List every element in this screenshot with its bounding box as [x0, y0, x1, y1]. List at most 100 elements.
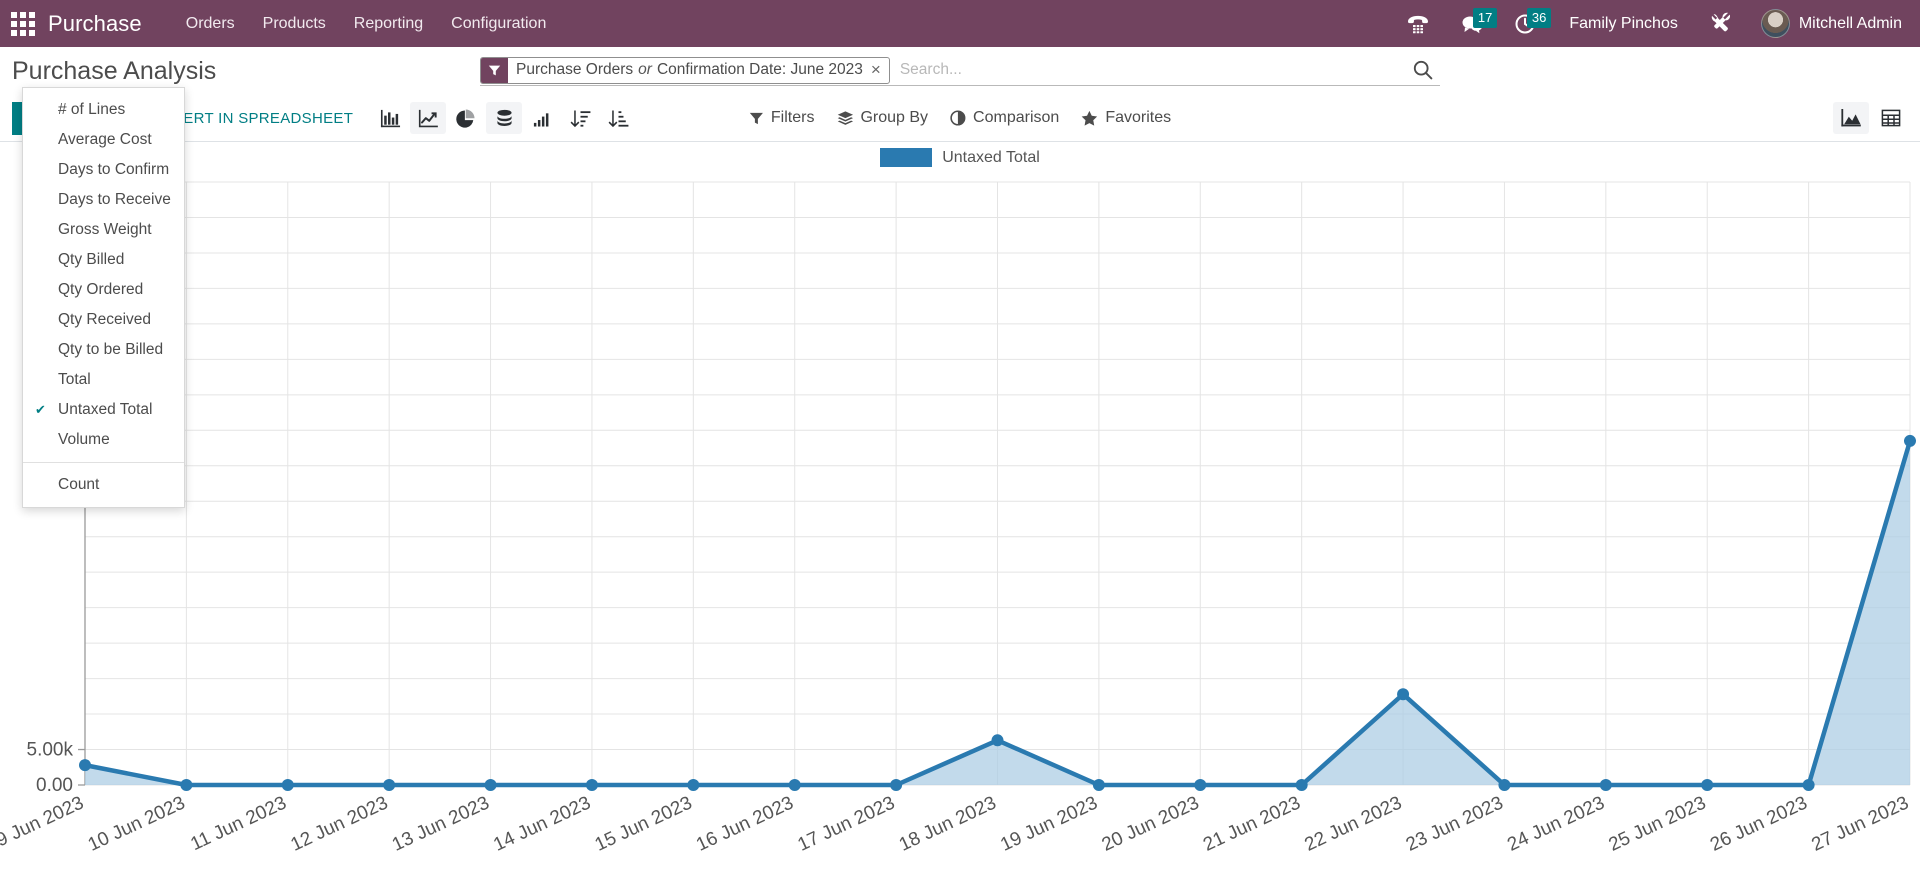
svg-text:23 Jun 2023: 23 Jun 2023 [1403, 792, 1507, 855]
svg-text:11 Jun 2023: 11 Jun 2023 [187, 792, 289, 855]
measure-label: Gross Weight [58, 221, 152, 238]
svg-text:5.00k: 5.00k [27, 740, 74, 761]
menu-divider [23, 462, 184, 463]
check-icon: ✔ [35, 402, 46, 417]
nav-item-products[interactable]: Products [249, 9, 340, 39]
svg-text:25 Jun 2023: 25 Jun 2023 [1606, 792, 1710, 855]
svg-text:09 Jun 2023: 09 Jun 2023 [0, 792, 87, 855]
svg-text:16 Jun 2023: 16 Jun 2023 [693, 792, 797, 855]
favorites-dropdown[interactable]: Favorites [1081, 109, 1171, 127]
nav-item-reporting[interactable]: Reporting [340, 9, 437, 39]
pivot-view-icon[interactable] [1873, 102, 1909, 134]
measure-label: Qty Billed [58, 251, 125, 268]
pie-chart-icon[interactable] [448, 102, 484, 134]
control-panel: Purchase Analysis Purchase Orders or Con… [0, 47, 1920, 508]
star-icon [1082, 110, 1098, 126]
measure-label: Qty Received [58, 311, 152, 328]
svg-text:13 Jun 2023: 13 Jun 2023 [389, 792, 493, 855]
graph-view-icon[interactable] [1833, 102, 1869, 134]
bar-chart-icon[interactable] [372, 102, 408, 134]
measure-item-qty-received[interactable]: Qty Received [23, 305, 184, 335]
measures-dropdown-menu: # of Lines Average Cost Days to Confirm … [22, 87, 185, 508]
activities-count-badge: 36 [1526, 8, 1552, 28]
svg-text:12 Jun 2023: 12 Jun 2023 [288, 792, 392, 855]
group-by-label: Group By [860, 109, 929, 126]
avatar [1760, 9, 1790, 38]
measure-label: Qty Ordered [58, 281, 144, 298]
measure-item-total[interactable]: Total [23, 365, 184, 395]
control-panel-bottom: MEASURES INSERT IN SPREADSHEET [0, 95, 1920, 141]
search-icon[interactable] [1402, 59, 1440, 81]
filter-funnel-icon [481, 57, 508, 83]
facet-text-or: or [638, 61, 652, 78]
group-by-dropdown[interactable]: Group By [836, 109, 928, 127]
measure-item-qty-billed[interactable]: Qty Billed [23, 245, 184, 275]
measure-label: Untaxed Total [58, 401, 153, 418]
graph-view: Untaxed Total 0.00 5.00k 09 Jun 2023 10 Jun… [0, 142, 1920, 883]
svg-text:14 Jun 2023: 14 Jun 2023 [490, 792, 594, 855]
search-facet[interactable]: Purchase Orders or Confirmation Date: Ju… [480, 56, 890, 84]
view-switcher [1832, 102, 1910, 134]
filters-label: Filters [770, 109, 815, 126]
svg-text:21 Jun 2023: 21 Jun 2023 [1200, 792, 1304, 855]
ascending-bars-icon[interactable] [524, 102, 560, 134]
dialpad-phone-icon[interactable] [1391, 0, 1445, 47]
measure-item-gross-weight[interactable]: Gross Weight [23, 215, 184, 245]
measure-label: Qty to be Billed [58, 341, 164, 358]
search-input[interactable] [889, 56, 1402, 84]
comparison-label: Comparison [973, 109, 1060, 126]
half-circle-icon [950, 110, 966, 126]
svg-text:20 Jun 2023: 20 Jun 2023 [1099, 792, 1203, 855]
nav-item-orders[interactable]: Orders [172, 9, 249, 39]
measure-item-qty-ordered[interactable]: Qty Ordered [23, 275, 184, 305]
nav-item-configuration[interactable]: Configuration [437, 9, 560, 39]
svg-text:27 Jun 2023: 27 Jun 2023 [1808, 792, 1912, 855]
measure-item-count[interactable]: Count [23, 470, 184, 500]
measure-item-average-cost[interactable]: Average Cost [23, 125, 184, 155]
page-title: Purchase Analysis [12, 56, 217, 85]
stacked-icon[interactable] [486, 102, 523, 134]
chart-type-toolbar [371, 102, 637, 134]
svg-text:22 Jun 2023: 22 Jun 2023 [1301, 792, 1405, 855]
wrench-screwdriver-icon[interactable] [1694, 0, 1749, 47]
measure-label: Total [58, 371, 91, 388]
sort-ascending-icon[interactable] [600, 102, 636, 134]
control-panel-top: Purchase Analysis Purchase Orders or Con… [0, 47, 1920, 95]
measure-label: Average Cost [58, 131, 152, 148]
svg-text:26 Jun 2023: 26 Jun 2023 [1707, 792, 1811, 855]
measure-item-volume[interactable]: Volume [23, 425, 184, 455]
user-name: Mitchell Admin [1798, 14, 1902, 32]
line-chart-icon[interactable] [410, 102, 447, 134]
filters-dropdown[interactable]: Filters [749, 109, 815, 127]
measure-item-of-lines[interactable]: # of Lines [23, 95, 184, 125]
facet-remove-icon[interactable]: × [868, 60, 881, 80]
messages-menu[interactable]: 17 [1445, 0, 1499, 47]
comparison-dropdown[interactable]: Comparison [950, 109, 1059, 127]
svg-text:0.00: 0.00 [36, 775, 73, 796]
svg-text:15 Jun 2023: 15 Jun 2023 [592, 792, 696, 855]
measure-item-days-to-receive[interactable]: Days to Receive [23, 185, 184, 215]
measure-label: Volume [58, 431, 110, 448]
favorites-label: Favorites [1105, 109, 1172, 126]
app-brand-purchase[interactable]: Purchase [48, 11, 142, 37]
area-chart-canvas[interactable]: 0.00 5.00k 09 Jun 202310 Jun 202311 Jun 20… [0, 142, 1920, 883]
measure-item-untaxed-total[interactable]: ✔ Untaxed Total [23, 395, 184, 425]
user-menu[interactable]: Mitchell Admin [1749, 9, 1902, 38]
svg-text:17 Jun 2023: 17 Jun 2023 [795, 792, 899, 855]
svg-text:10 Jun 2023: 10 Jun 2023 [85, 792, 189, 855]
measure-label: Days to Receive [58, 191, 171, 208]
facet-text-b: Confirmation Date: June 2023 [656, 61, 863, 78]
measure-label: Days to Confirm [58, 161, 170, 178]
sort-descending-icon[interactable] [562, 102, 598, 134]
measure-item-qty-to-be-billed[interactable]: Qty to be Billed [23, 335, 184, 365]
company-switcher[interactable]: Family Pinchos [1553, 15, 1693, 33]
measure-item-days-to-confirm[interactable]: Days to Confirm [23, 155, 184, 185]
search-options: Filters Group By Comparison Favorites [749, 109, 1171, 127]
svg-text:19 Jun 2023: 19 Jun 2023 [997, 792, 1101, 855]
svg-text:24 Jun 2023: 24 Jun 2023 [1504, 792, 1608, 855]
svg-text:18 Jun 2023: 18 Jun 2023 [896, 792, 1000, 855]
facet-text-a: Purchase Orders [516, 61, 634, 78]
activities-menu[interactable]: 36 [1499, 0, 1553, 47]
filter-funnel-icon [749, 112, 763, 124]
apps-grid-icon[interactable] [10, 11, 36, 37]
